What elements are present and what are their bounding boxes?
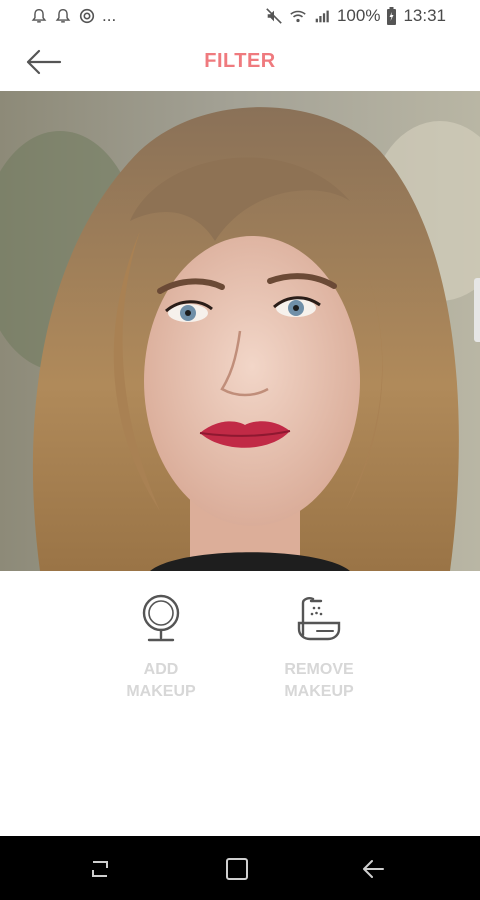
recent-apps-button[interactable]	[85, 854, 115, 884]
page-title: FILTER	[204, 50, 276, 72]
remove-makeup-button[interactable]: REMOVE MAKEUP	[259, 593, 379, 703]
home-icon	[226, 858, 248, 880]
add-makeup-button[interactable]: ADD MAKEUP	[101, 593, 221, 703]
notification-bell-icon	[30, 6, 48, 26]
system-navigation-bar	[0, 836, 480, 900]
scroll-handle[interactable]	[474, 278, 480, 342]
header: FILTER	[0, 34, 480, 91]
status-bar: ... 100% 13:31	[0, 0, 480, 34]
mirror-icon	[137, 593, 185, 645]
remove-makeup-label: REMOVE MAKEUP	[284, 661, 354, 700]
back-icon	[363, 860, 384, 878]
battery-percent: 100%	[336, 6, 381, 25]
portrait-image	[0, 91, 480, 571]
sink-icon	[295, 593, 343, 645]
more-notifications-indicator: ...	[102, 6, 117, 25]
home-button[interactable]	[222, 854, 252, 884]
nav-back-button[interactable]	[358, 854, 388, 884]
add-makeup-label: ADD MAKEUP	[126, 661, 196, 700]
battery-icon	[386, 6, 397, 26]
wifi-icon	[289, 6, 307, 26]
notification-bell-icon	[54, 6, 72, 26]
face-photo	[0, 91, 480, 571]
makeup-actions: ADD MAKEUP REMOVE MAKEUP	[0, 571, 480, 836]
clock: 13:31	[403, 6, 446, 25]
mute-icon	[265, 6, 283, 26]
status-left: ...	[30, 6, 116, 26]
sync-icon	[78, 6, 96, 26]
status-right: 100% 13:31	[265, 6, 446, 26]
signal-icon	[313, 6, 331, 26]
recent-apps-icon	[92, 861, 108, 877]
